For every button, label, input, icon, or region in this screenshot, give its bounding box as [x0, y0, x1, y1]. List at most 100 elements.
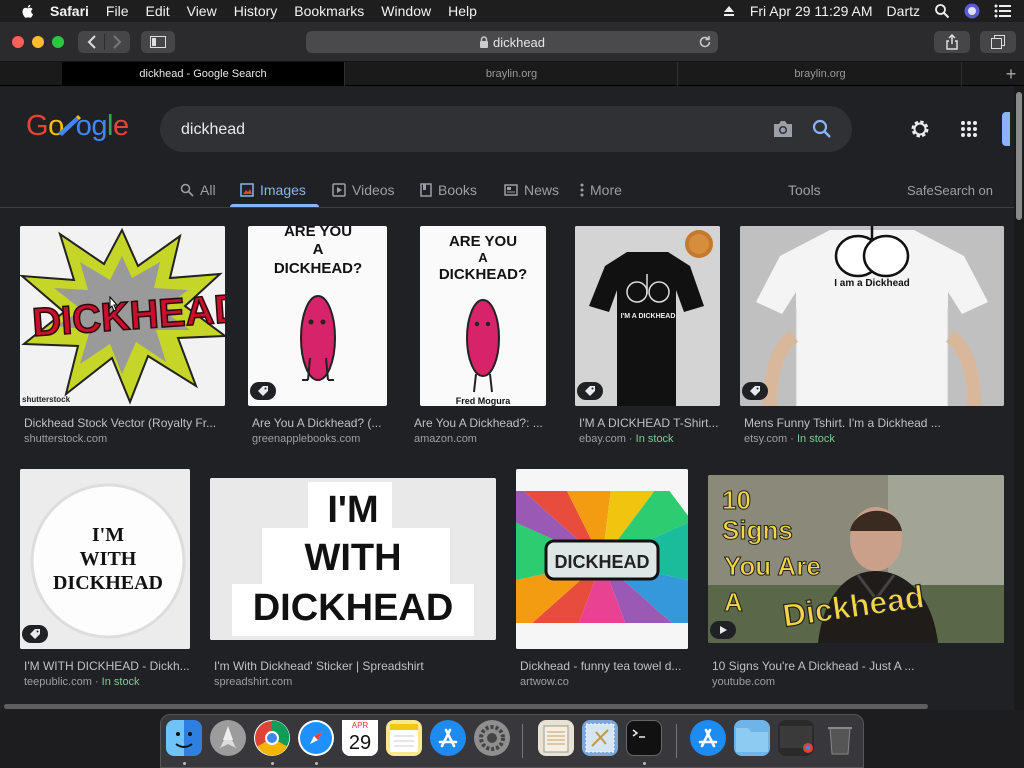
result-card[interactable]: I'M WITH DICKHEAD I'M WITH DICKHEAD - Di… — [20, 469, 190, 699]
tab-books[interactable]: Books — [420, 176, 477, 204]
minimize-window-button[interactable] — [32, 36, 44, 48]
result-image[interactable]: I'M A DICKHEAD — [575, 226, 720, 406]
siri-icon[interactable] — [964, 3, 980, 19]
result-card[interactable]: ARE YOU A DICKHEAD? Are You A Dickhead? … — [248, 226, 388, 456]
result-source[interactable]: shutterstock.com — [24, 433, 107, 445]
result-image[interactable]: I am a Dickhead — [740, 226, 1004, 406]
vertical-scroll-thumb[interactable] — [1016, 92, 1022, 220]
notification-center-icon[interactable] — [994, 4, 1012, 18]
menubar-clock[interactable]: Fri Apr 29 11:29 AM — [750, 3, 873, 19]
menu-help[interactable]: Help — [448, 3, 477, 19]
tab-news[interactable]: News — [504, 176, 559, 204]
tab-braylin-1[interactable]: braylin.org — [346, 62, 678, 86]
result-image[interactable]: 10 Signs You Are A Dickhead — [708, 475, 1004, 643]
safesearch-button[interactable]: SafeSearch on — [907, 176, 993, 204]
result-image[interactable]: DICKHEAD — [516, 469, 688, 649]
tab-braylin-2[interactable]: braylin.org — [679, 62, 962, 86]
tab-more[interactable]: More — [580, 176, 622, 204]
result-title[interactable]: Dickhead Stock Vector (Royalty Fr... — [24, 416, 224, 430]
result-source[interactable]: artwow.co — [520, 676, 569, 688]
menubar-user[interactable]: Dartz — [887, 3, 920, 19]
sidebar-button[interactable] — [141, 31, 175, 53]
tab-images[interactable]: Images — [240, 176, 306, 204]
menu-bookmarks[interactable]: Bookmarks — [294, 3, 364, 19]
settings-gear-icon[interactable] — [909, 118, 931, 140]
apple-menu-icon[interactable] — [20, 3, 36, 19]
search-input[interactable]: dickhead — [160, 106, 852, 152]
result-source[interactable]: youtube.com — [712, 676, 775, 688]
price-tag-icon — [30, 629, 40, 639]
result-card[interactable]: I'M WITH DICKHEAD I'm With Dickhead' Sti… — [210, 469, 496, 699]
reload-icon[interactable] — [698, 35, 712, 49]
menu-file[interactable]: File — [106, 3, 129, 19]
recent-window-icon[interactable] — [778, 720, 814, 756]
zoom-window-button[interactable] — [52, 36, 64, 48]
result-image[interactable]: ARE YOU A DICKHEAD? Fred Mogura — [420, 226, 546, 406]
tab-google-search[interactable]: dickhead - Google Search — [62, 62, 345, 86]
tab-videos[interactable]: Videos — [332, 176, 395, 204]
result-image[interactable]: ARE YOU A DICKHEAD? — [248, 226, 387, 406]
close-window-button[interactable] — [12, 36, 24, 48]
result-card[interactable]: I am a Dickhead Mens Funny Tshirt. I'm a… — [740, 226, 1004, 456]
search-icon[interactable] — [812, 119, 832, 139]
result-title[interactable]: Are You A Dickhead? (... — [252, 416, 388, 430]
spotlight-search-icon[interactable] — [934, 3, 950, 19]
result-source[interactable]: spreadshirt.com — [214, 676, 292, 688]
new-tab-button[interactable]: + — [1000, 64, 1022, 84]
result-title[interactable]: Dickhead - funny tea towel d... — [520, 659, 688, 673]
result-source[interactable]: amazon.com — [414, 433, 477, 445]
result-image[interactable]: I'M WITH DICKHEAD — [210, 478, 496, 640]
camera-icon[interactable] — [772, 119, 794, 139]
terminal-icon[interactable] — [626, 720, 662, 756]
tools-button[interactable]: Tools — [788, 176, 821, 204]
app-store-downloads-icon[interactable] — [690, 720, 726, 756]
forward-icon[interactable] — [111, 35, 123, 49]
menu-edit[interactable]: Edit — [145, 3, 169, 19]
result-source[interactable]: etsy.com · In stock — [744, 433, 835, 445]
calendar-icon[interactable]: APR 29 — [342, 720, 378, 756]
result-card[interactable]: DICKHEAD! shutterstock Dickhead Stock Ve… — [20, 226, 225, 456]
result-image[interactable]: I'M WITH DICKHEAD — [20, 469, 190, 649]
google-logo[interactable]: Go ogle — [26, 110, 129, 143]
apps-grid-icon[interactable] — [960, 120, 978, 138]
horizontal-scroll-thumb[interactable] — [4, 704, 928, 709]
trash-icon[interactable] — [822, 720, 858, 756]
safari-compass-icon[interactable] — [298, 720, 334, 756]
system-preferences-icon[interactable] — [474, 720, 510, 756]
eject-icon[interactable] — [722, 4, 736, 18]
result-card[interactable]: ARE YOU A DICKHEAD? Fred Mogura Are You … — [410, 226, 550, 456]
address-bar[interactable]: dickhead — [306, 31, 718, 53]
finder-icon[interactable] — [166, 720, 202, 756]
result-title[interactable]: I'M A DICKHEAD T-Shirt... — [579, 416, 719, 430]
result-title[interactable]: Mens Funny Tshirt. I'm a Dickhead ... — [744, 416, 1004, 430]
app-menu[interactable]: Safari — [50, 3, 89, 19]
back-icon[interactable] — [86, 35, 98, 49]
result-image[interactable]: DICKHEAD! shutterstock — [20, 226, 225, 406]
result-title[interactable]: I'M WITH DICKHEAD - Dickh... — [24, 659, 190, 673]
documents-stack-icon[interactable] — [538, 720, 574, 756]
launchpad-rocket-icon[interactable] — [210, 720, 246, 756]
menu-window[interactable]: Window — [381, 3, 431, 19]
chrome-icon[interactable] — [254, 720, 290, 756]
result-card[interactable]: I'M A DICKHEAD I'M A DICKHEAD T-Shirt...… — [575, 226, 720, 456]
image-text: I'M — [92, 524, 124, 546]
result-title[interactable]: 10 Signs You're A Dickhead - Just A ... — [712, 659, 1004, 673]
app-store-icon[interactable] — [430, 720, 466, 756]
tab-all[interactable]: All — [180, 176, 216, 204]
sign-in-button[interactable] — [1002, 112, 1010, 146]
result-source[interactable]: greenapplebooks.com — [252, 433, 360, 445]
result-card[interactable]: DICKHEAD Dickhead - funny tea towel d...… — [516, 469, 688, 699]
tab-overview-button[interactable] — [980, 31, 1016, 53]
google-images-page: Go ogle dickhead All Images Videos Books … — [0, 86, 1014, 710]
notes-icon[interactable] — [386, 720, 422, 756]
result-title[interactable]: Are You A Dickhead?: ... — [414, 416, 550, 430]
result-title[interactable]: I'm With Dickhead' Sticker | Spreadshirt — [214, 659, 496, 673]
result-card[interactable]: 10 Signs You Are A Dickhead 10 Signs You… — [708, 469, 1004, 699]
result-source[interactable]: ebay.com · In stock — [579, 433, 674, 445]
menu-history[interactable]: History — [234, 3, 278, 19]
folder-icon[interactable] — [734, 720, 770, 756]
result-source[interactable]: teepublic.com · In stock — [24, 676, 140, 688]
preview-stamp-icon[interactable] — [582, 720, 618, 756]
menu-view[interactable]: View — [187, 3, 217, 19]
share-button[interactable] — [934, 31, 970, 53]
